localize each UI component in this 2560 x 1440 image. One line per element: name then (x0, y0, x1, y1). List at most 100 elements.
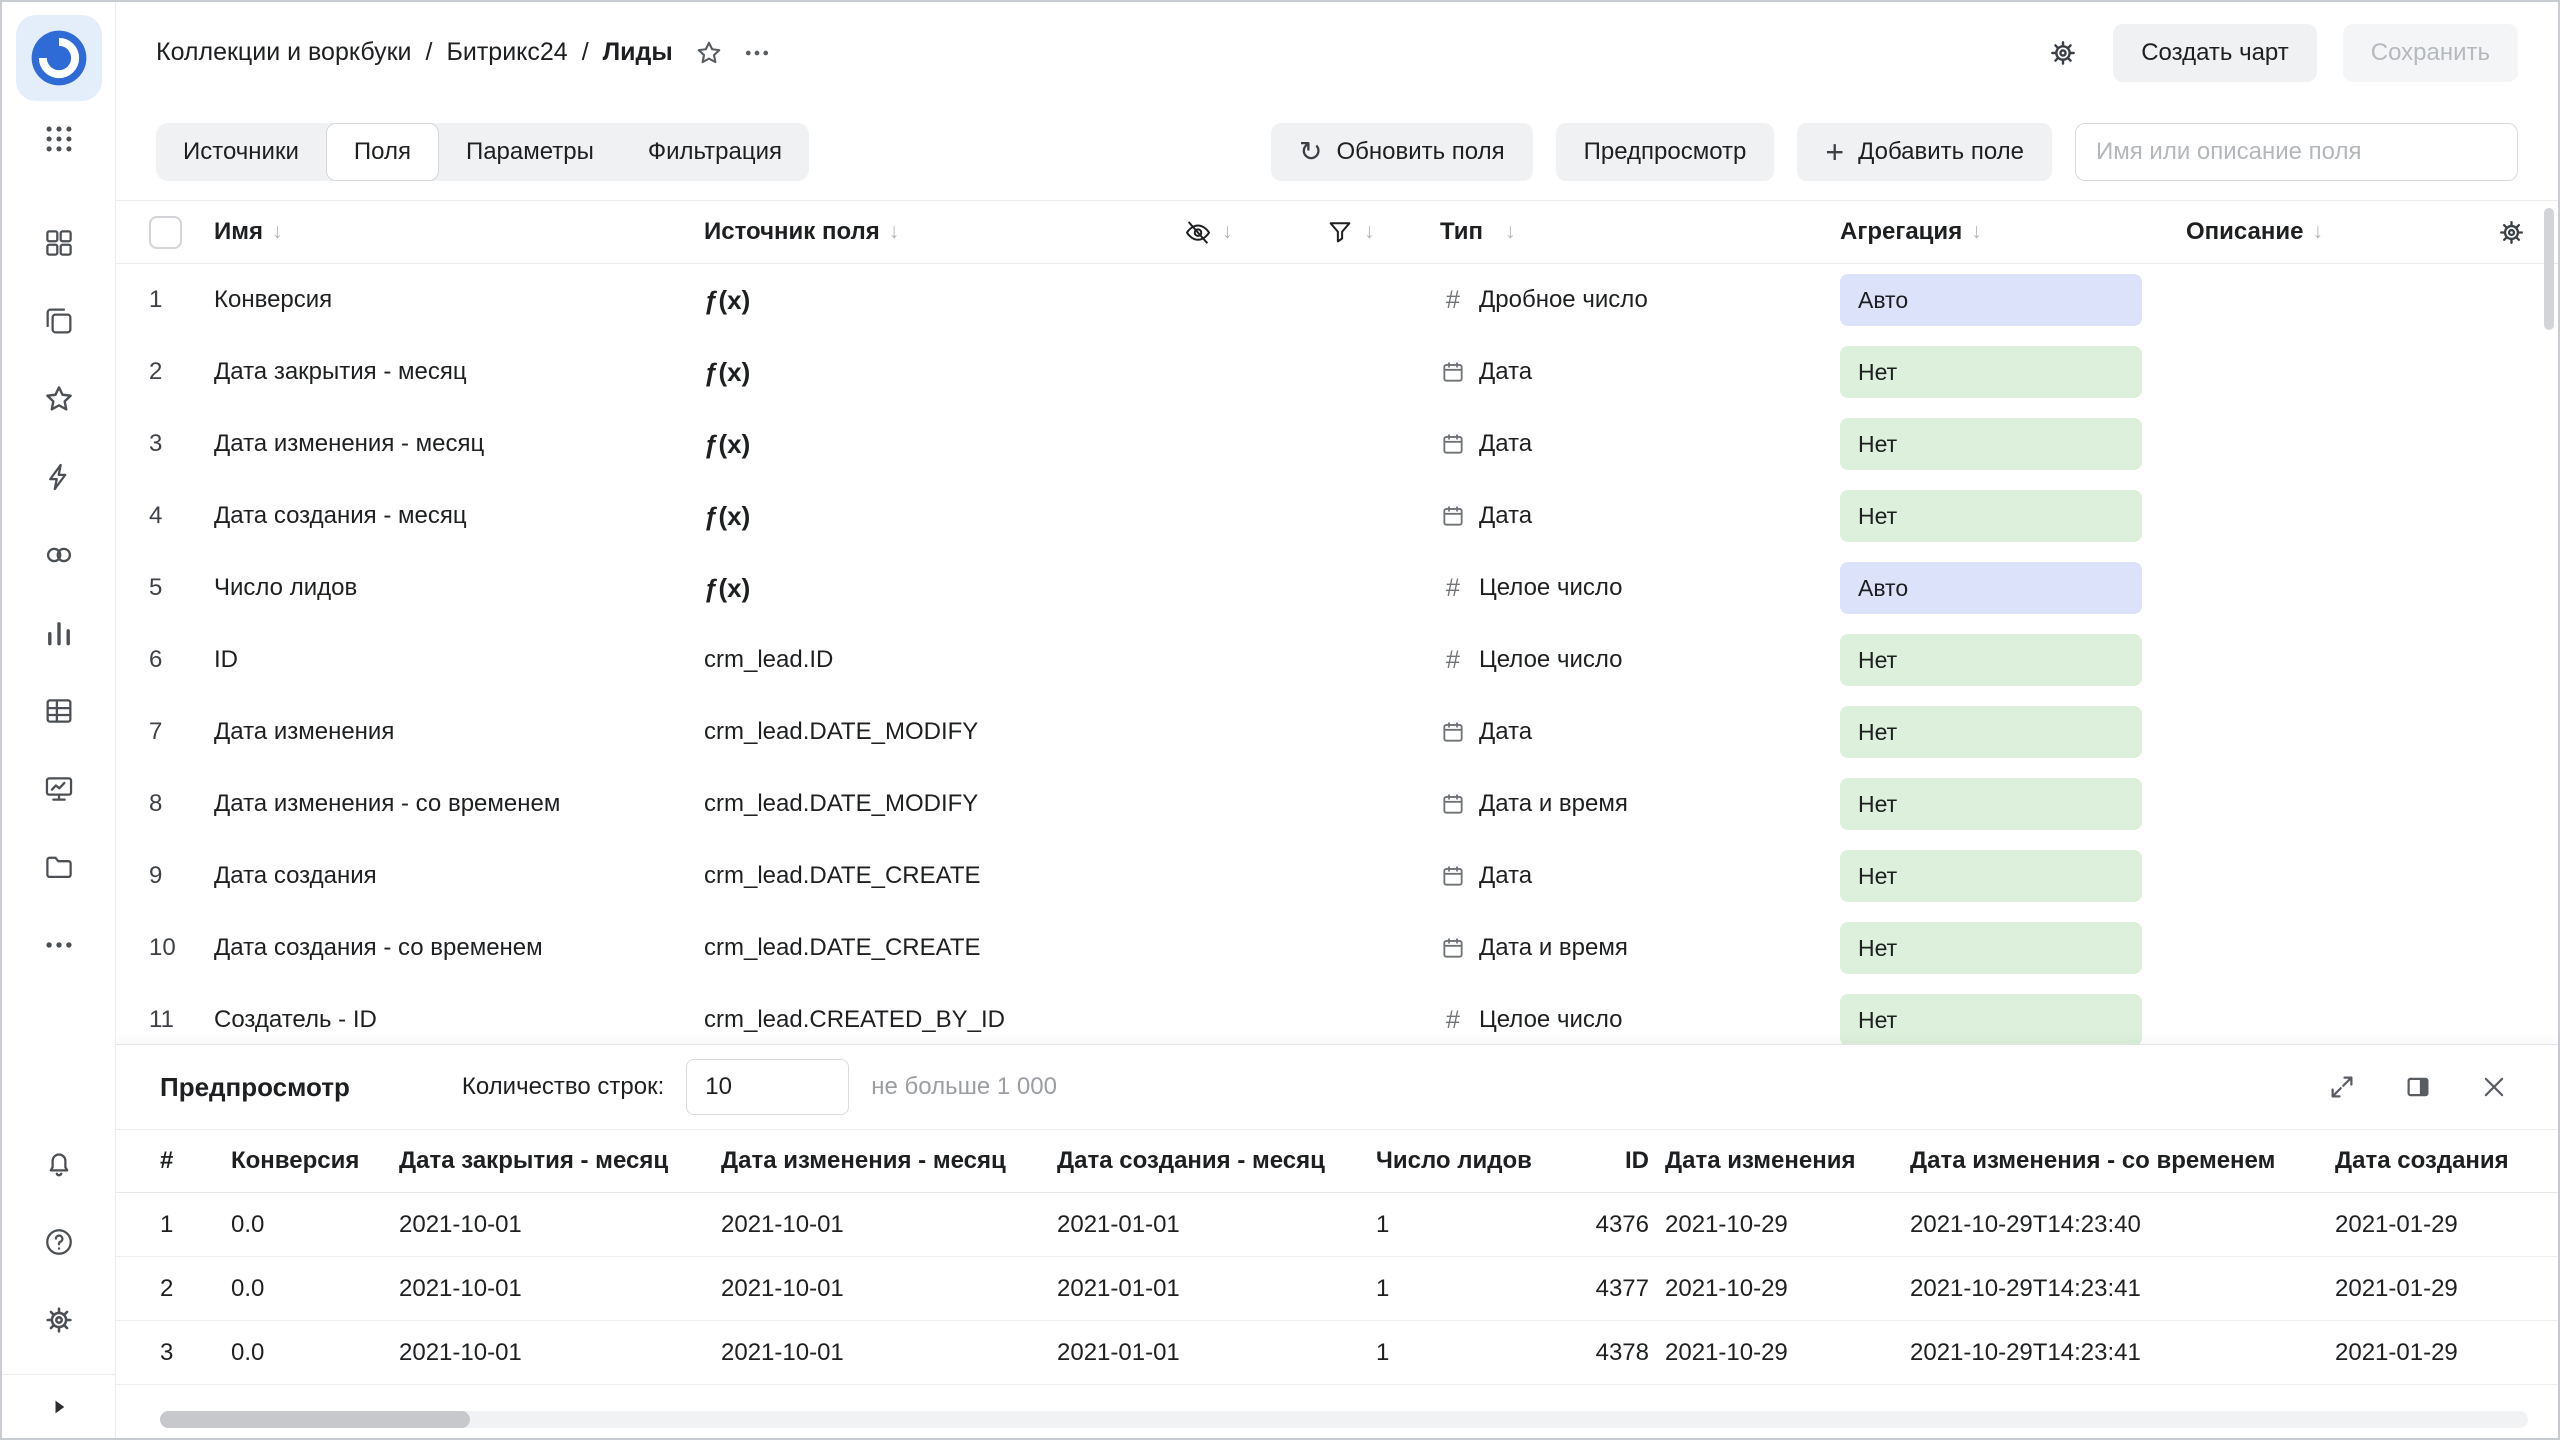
field-row[interactable]: 5 Число лидов ƒ(x) # Целое число Авто (116, 552, 2558, 624)
column-header-filter[interactable]: ↓ (1325, 217, 1440, 247)
table-settings-icon[interactable] (2487, 208, 2535, 256)
column-header-hidden[interactable]: ↓ (1183, 217, 1325, 247)
date-type-icon (1440, 503, 1466, 529)
refresh-fields-button[interactable]: ↻ Обновить поля (1271, 123, 1533, 181)
column-header-source[interactable]: Источник поля↓ (704, 218, 1183, 246)
field-type[interactable]: # Дата и время (1440, 790, 1840, 818)
help-icon[interactable] (35, 1218, 83, 1266)
preview-cell: 2021-10-29T14:23:41 (1910, 1339, 2335, 1367)
preview-cell: 2021-01-01 (1057, 1275, 1376, 1303)
sort-icon: ↓ (1505, 220, 1516, 244)
field-type[interactable]: # Дата и время (1440, 934, 1840, 962)
apps-grid-icon[interactable] (35, 115, 83, 163)
source-path: crm_lead.DATE_MODIFY (704, 790, 978, 818)
row-number: 2 (149, 358, 214, 386)
row-number: 6 (149, 646, 214, 674)
expand-preview-icon[interactable] (2322, 1067, 2362, 1107)
row-number: 10 (149, 934, 214, 962)
aggregation-select[interactable]: Нет (1840, 850, 2142, 902)
preview-cell: 2021-10-01 (721, 1339, 1057, 1367)
dashboards-icon[interactable] (35, 765, 83, 813)
aggregation-select[interactable]: Нет (1840, 418, 2142, 470)
aggregation-select[interactable]: Нет (1840, 346, 2142, 398)
field-type[interactable]: # Целое число (1440, 646, 1840, 675)
field-row[interactable]: 3 Дата изменения - месяц ƒ(x) # Дата Нет (116, 408, 2558, 480)
storage-icon[interactable] (35, 843, 83, 891)
tab-sources[interactable]: Источники (156, 123, 326, 181)
aggregation-select[interactable]: Нет (1840, 994, 2142, 1044)
sidebar-expand-button[interactable] (2, 1374, 116, 1438)
field-row[interactable]: 2 Дата закрытия - месяц ƒ(x) # Дата Нет (116, 336, 2558, 408)
tab-fields[interactable]: Поля (326, 123, 439, 181)
row-count-label: Количество строк: (462, 1073, 664, 1101)
field-row[interactable]: 6 ID crm_lead.ID # Целое число Нет (116, 624, 2558, 696)
field-row[interactable]: 7 Дата изменения crm_lead.DATE_MODIFY # … (116, 696, 2558, 768)
row-number: 11 (149, 1006, 214, 1034)
preview-toggle-button[interactable]: Предпросмотр (1556, 123, 1775, 181)
tab-filtering[interactable]: Фильтрация (621, 123, 809, 181)
aggregation-select[interactable]: Авто (1840, 562, 2142, 614)
field-row[interactable]: 4 Дата создания - месяц ƒ(x) # Дата Нет (116, 480, 2558, 552)
column-header-type[interactable]: Тип↓ (1440, 218, 1840, 246)
field-row[interactable]: 10 Дата создания - со временем crm_lead.… (116, 912, 2558, 984)
aggregation-select[interactable]: Нет (1840, 778, 2142, 830)
field-name: Дата изменения - со временем (214, 790, 704, 818)
charts-icon[interactable] (35, 609, 83, 657)
dataset-more-icon[interactable] (733, 29, 781, 77)
select-all-checkbox[interactable] (149, 216, 182, 249)
column-header-aggregation[interactable]: Агрегация↓ (1840, 218, 2186, 246)
field-row[interactable]: 1 Конверсия ƒ(x) # Дробное число Авто (116, 264, 2558, 336)
field-type[interactable]: # Дата (1440, 502, 1840, 530)
field-type[interactable]: # Дробное число (1440, 286, 1840, 315)
field-type[interactable]: # Дата (1440, 430, 1840, 458)
date-type-icon (1440, 431, 1466, 457)
tables-icon[interactable] (35, 687, 83, 735)
field-type[interactable]: # Дата (1440, 862, 1840, 890)
notifications-icon[interactable] (35, 1140, 83, 1188)
create-chart-button[interactable]: Создать чарт (2113, 24, 2317, 82)
aggregation-select[interactable]: Нет (1840, 634, 2142, 686)
field-row[interactable]: 11 Создатель - ID crm_lead.CREATED_BY_ID… (116, 984, 2558, 1044)
favorite-star-icon[interactable] (685, 29, 733, 77)
preview-header: Предпросмотр Количество строк: не больше… (116, 1045, 2558, 1129)
aggregation-select[interactable]: Нет (1840, 922, 2142, 974)
row-count-input[interactable] (686, 1059, 849, 1115)
field-name: Дата изменения (214, 718, 704, 746)
field-row[interactable]: 8 Дата изменения - со временем crm_lead.… (116, 768, 2558, 840)
breadcrumb-collections[interactable]: Коллекции и воркбуки (156, 38, 412, 67)
breadcrumb-workbook[interactable]: Битрикс24 (446, 38, 567, 67)
topbar: Коллекции и воркбуки / Битрикс24 / Лиды … (116, 2, 2558, 103)
field-type[interactable]: # Дата (1440, 358, 1840, 386)
preview-position-icon[interactable] (2398, 1067, 2438, 1107)
dataset-settings-icon[interactable] (2039, 29, 2087, 77)
workbooks-icon[interactable] (35, 297, 83, 345)
horizontal-scrollbar-thumb[interactable] (160, 1411, 470, 1428)
field-type[interactable]: # Дата (1440, 718, 1840, 746)
connections-icon[interactable] (35, 453, 83, 501)
field-type[interactable]: # Целое число (1440, 574, 1840, 603)
links-icon[interactable] (35, 531, 83, 579)
add-field-button[interactable]: + Добавить поле (1797, 123, 2052, 181)
field-search-input[interactable] (2075, 123, 2518, 181)
source-path: crm_lead.CREATED_BY_ID (704, 1006, 1005, 1034)
close-preview-icon[interactable] (2474, 1067, 2514, 1107)
preview-cell: 0.0 (231, 1339, 399, 1367)
favorites-icon[interactable] (35, 375, 83, 423)
tab-parameters[interactable]: Параметры (439, 123, 621, 181)
aggregation-select[interactable]: Нет (1840, 490, 2142, 542)
preview-cell: 2021-01-01 (1057, 1211, 1376, 1239)
collections-icon[interactable] (35, 219, 83, 267)
column-header-name[interactable]: Имя↓ (214, 218, 704, 246)
field-row[interactable]: 9 Дата создания crm_lead.DATE_CREATE # Д… (116, 840, 2558, 912)
column-header-description[interactable]: Описание↓ (2186, 218, 2487, 246)
settings-icon[interactable] (35, 1296, 83, 1344)
horizontal-scrollbar-track[interactable] (160, 1411, 2528, 1428)
vertical-scrollbar[interactable] (2544, 208, 2554, 330)
more-icon[interactable] (35, 921, 83, 969)
save-button[interactable]: Сохранить (2343, 24, 2518, 82)
aggregation-select[interactable]: Нет (1840, 706, 2142, 758)
field-aggregation-cell: Авто (1840, 274, 2186, 326)
aggregation-select[interactable]: Авто (1840, 274, 2142, 326)
datalens-logo[interactable] (16, 15, 102, 101)
field-type[interactable]: # Целое число (1440, 1006, 1840, 1035)
